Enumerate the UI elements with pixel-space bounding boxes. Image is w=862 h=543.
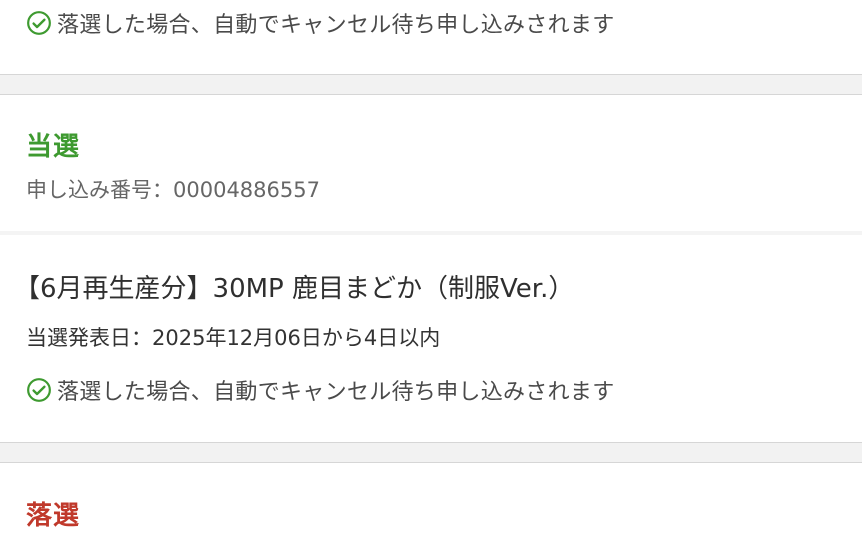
cancel-wait-text: 落選した場合、自動でキャンセル待ち申し込みされます xyxy=(57,13,615,38)
cancel-wait-notice: 落選した場合、自動でキャンセル待ち申し込みされます xyxy=(26,375,615,405)
section-divider xyxy=(0,442,862,463)
announcement-date: 当選発表日：2025年12月06日から4日以内 xyxy=(26,326,441,350)
product-title[interactable]: 【6月再生産分】30MP 鹿目まどか（制服Ver.） xyxy=(14,268,574,305)
application-number: 申し込み番号：00004886557 xyxy=(26,178,320,202)
check-circle-icon xyxy=(27,11,51,35)
cancel-wait-notice: 落選した場合、自動でキャンセル待ち申し込みされます xyxy=(26,8,615,38)
cancel-wait-text: 落選した場合、自動でキャンセル待ち申し込みされます xyxy=(57,380,615,405)
status-lose-label: 落選 xyxy=(26,501,81,531)
status-win-label: 当選 xyxy=(26,132,81,162)
check-circle-icon xyxy=(27,378,51,402)
section-divider xyxy=(0,74,862,95)
card-separator xyxy=(0,231,862,235)
